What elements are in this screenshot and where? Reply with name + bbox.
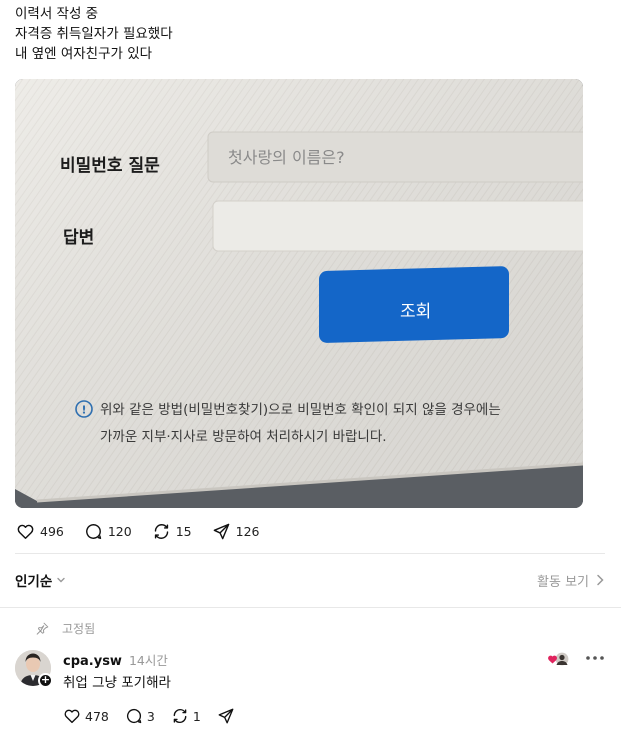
share-button[interactable]: 126 xyxy=(212,522,260,541)
view-activity-link[interactable]: 활동 보기 xyxy=(537,571,605,590)
pinned-label: 고정됨 xyxy=(62,622,96,636)
post-body: 이력서 작성 중 자격증 취득일자가 필요했다 내 옆엔 여자친구가 있다 xyxy=(15,4,173,64)
comment-reply-button[interactable]: 3 xyxy=(125,707,155,725)
author-liked-icon[interactable] xyxy=(547,651,571,667)
follow-plus-icon[interactable]: + xyxy=(38,673,53,688)
comment-repost-button[interactable]: 1 xyxy=(171,707,201,725)
send-icon xyxy=(213,523,229,540)
post-line: 이력서 작성 중 xyxy=(15,6,99,22)
comment-count: 120 xyxy=(107,524,132,539)
comment-repost-count: 1 xyxy=(192,708,201,724)
like-button[interactable]: 496 xyxy=(16,522,64,541)
comment-username[interactable]: cpa.ysw xyxy=(63,654,122,669)
comment-reply-count: 3 xyxy=(146,708,155,724)
comment-header: cpa.ysw 14시간 xyxy=(63,650,168,669)
heart-icon xyxy=(17,524,34,539)
lookup-button-label: 조회 xyxy=(400,302,431,322)
sort-label: 인기순 xyxy=(15,574,53,590)
comment-like-button[interactable]: 478 xyxy=(63,707,109,725)
view-activity-label: 활동 보기 xyxy=(537,574,589,590)
divider xyxy=(15,553,605,554)
comment-icon xyxy=(85,524,102,540)
notice-line-1: 위와 같은 방법(비밀번호찾기)으로 비밀번호 확인이 되지 않을 경우에는 xyxy=(100,402,501,418)
repost-icon xyxy=(173,708,187,724)
pinned-indicator: 고정됨 xyxy=(35,620,95,637)
more-options-icon[interactable] xyxy=(584,650,606,666)
question-value: 첫사랑의 이름은? xyxy=(228,148,345,167)
photo-screen-content: 비밀번호 질문 첫사랑의 이름은? 답변 조회 ! 위와 같은 방법(비밀번호찾… xyxy=(15,79,583,508)
notice-line-2: 가까운 지부·지사로 방문하여 처리하시기 바랍니다. xyxy=(100,429,387,445)
comment-icon xyxy=(126,708,142,724)
replies-header: 인기순 활동 보기 xyxy=(15,568,605,592)
chevron-right-icon xyxy=(597,574,604,586)
comment-button[interactable]: 120 xyxy=(84,522,132,541)
sort-dropdown[interactable]: 인기순 xyxy=(15,570,66,590)
heart-icon xyxy=(64,709,80,724)
post-line: 자격증 취득일자가 필요했다 xyxy=(15,26,173,42)
comment-text: 취업 그냥 포기해라 xyxy=(63,675,171,691)
repost-icon xyxy=(154,524,168,539)
send-icon xyxy=(218,708,234,724)
pin-icon xyxy=(36,622,49,635)
comment-time: 14시간 xyxy=(128,653,168,668)
repost-button[interactable]: 15 xyxy=(152,522,192,541)
question-label: 비밀번호 질문 xyxy=(60,155,160,176)
post-line: 내 옆엔 여자친구가 있다 xyxy=(15,46,153,62)
chevron-down-icon xyxy=(57,577,65,583)
comment-actions: 478 3 1 xyxy=(63,707,255,725)
divider xyxy=(0,607,621,608)
like-count: 496 xyxy=(40,524,64,539)
share-count: 126 xyxy=(235,524,260,539)
answer-label: 답변 xyxy=(63,228,94,248)
post-photo[interactable]: 비밀번호 질문 첫사랑의 이름은? 답변 조회 ! 위와 같은 방법(비밀번호찾… xyxy=(15,79,583,508)
comment-like-count: 478 xyxy=(85,708,109,724)
svg-text:!: ! xyxy=(82,404,87,417)
comment-share-button[interactable] xyxy=(217,707,239,725)
post-actions: 496 120 15 126 xyxy=(16,522,279,541)
repost-count: 15 xyxy=(175,524,192,539)
